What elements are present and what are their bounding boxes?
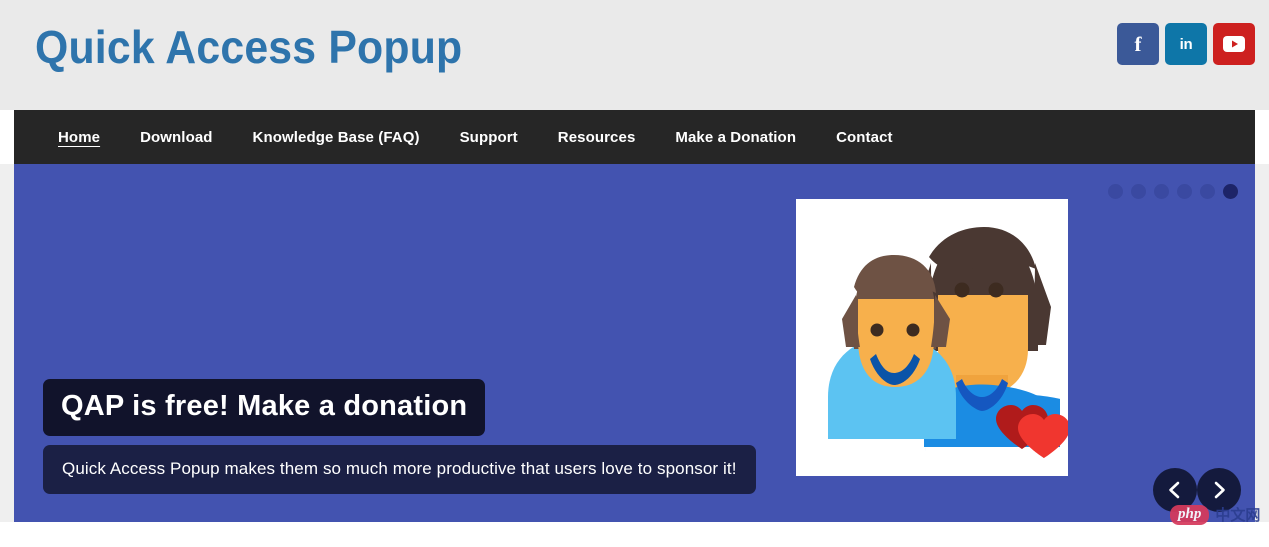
couple-illustration-icon <box>796 199 1068 476</box>
facebook-icon: f <box>1134 31 1142 56</box>
slide-subtitle-box: Quick Access Popup makes them so much mo… <box>43 445 756 494</box>
facebook-button[interactable]: f <box>1117 23 1159 65</box>
nav-list: Home Download Knowledge Base (FAQ) Suppo… <box>14 110 1255 164</box>
nav-item-contact[interactable]: Contact <box>816 129 913 146</box>
slider-dot-1[interactable] <box>1108 184 1123 199</box>
watermark-text: 中文网 <box>1215 506 1261 524</box>
hero-slider: QAP is free! Make a donation Quick Acces… <box>14 164 1255 522</box>
slide-image-card <box>796 199 1068 476</box>
slide-subtitle-text: Quick Access Popup makes them so much mo… <box>62 459 737 478</box>
linkedin-icon: in <box>1179 35 1193 53</box>
page-title: Quick Access Popup <box>35 21 463 73</box>
slide-title-text: QAP is free! Make a donation <box>61 390 468 422</box>
nav-item-resources[interactable]: Resources <box>538 129 656 146</box>
nav-item-make-a-donation[interactable]: Make a Donation <box>655 129 816 146</box>
page-body-area <box>0 522 1269 547</box>
slider-dot-2[interactable] <box>1131 184 1146 199</box>
youtube-icon <box>1223 36 1245 52</box>
nav-item-knowledge-base[interactable]: Knowledge Base (FAQ) <box>233 129 440 146</box>
slider-dot-5[interactable] <box>1200 184 1215 199</box>
chevron-left-icon <box>1169 481 1180 499</box>
social-links: f in <box>1117 23 1255 65</box>
watermark: php 中文网 <box>1170 505 1260 525</box>
watermark-badge: php <box>1170 505 1210 525</box>
slide-title-box: QAP is free! Make a donation <box>43 379 486 436</box>
left-gutter <box>0 164 14 522</box>
slider-dot-4[interactable] <box>1177 184 1192 199</box>
page-root: Quick Access Popup f in Home Download Kn… <box>0 0 1269 547</box>
slider-pagination <box>1108 184 1238 199</box>
chevron-right-icon <box>1214 481 1225 499</box>
nav-item-download[interactable]: Download <box>120 129 232 146</box>
nav-item-support[interactable]: Support <box>440 129 538 146</box>
site-header: Quick Access Popup f in <box>0 0 1269 110</box>
right-gutter <box>1255 164 1269 522</box>
youtube-button[interactable] <box>1213 23 1255 65</box>
linkedin-button[interactable]: in <box>1165 23 1207 65</box>
nav-item-home[interactable]: Home <box>38 129 120 146</box>
main-navigation: Home Download Knowledge Base (FAQ) Suppo… <box>14 110 1255 164</box>
slider-dot-6[interactable] <box>1223 184 1238 199</box>
slider-dot-3[interactable] <box>1154 184 1169 199</box>
